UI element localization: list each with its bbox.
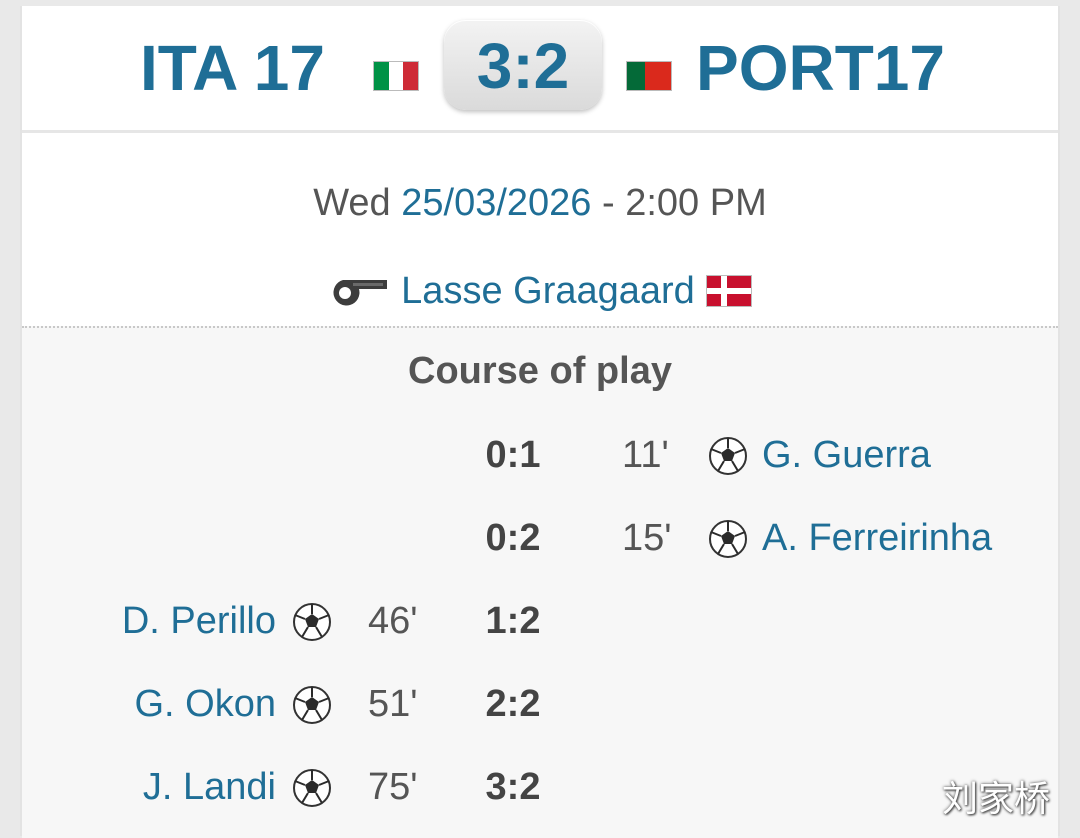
event-minute: 51': [368, 683, 418, 725]
scorer-link[interactable]: G. Okon: [135, 679, 277, 729]
scorer-link[interactable]: G. Guerra: [762, 430, 931, 480]
event-minute: 46': [368, 600, 418, 642]
event-score: 3:2: [485, 766, 541, 808]
goal-event-row: G. Okon 51' 2:2: [22, 679, 1058, 729]
soccer-ball-icon: [293, 686, 331, 724]
event-minute: 11': [622, 434, 669, 476]
goal-event-row: J. Landi 75' 3:2: [22, 762, 1058, 812]
referee-link[interactable]: Lasse Graagaard: [401, 268, 695, 314]
italy-flag-icon: [374, 62, 419, 90]
scorer-link[interactable]: D. Perillo: [122, 596, 276, 646]
score-badge[interactable]: 3:2: [444, 20, 602, 110]
soccer-ball-icon: [293, 603, 331, 641]
portugal-flag-icon: [627, 62, 671, 90]
soccer-ball-icon: [709, 437, 747, 475]
date-separator: -: [591, 182, 626, 224]
course-of-play-title: Course of play: [408, 350, 672, 392]
event-score: 0:2: [485, 517, 541, 559]
match-card: ITA 17 3:2 PORT17 Wed 25/03/2026 - 2:00 …: [20, 6, 1060, 838]
event-score: 0:1: [485, 434, 541, 476]
event-minute: 15': [622, 517, 672, 559]
kickoff-time: 2:00 PM: [625, 182, 767, 224]
event-minute: 75': [368, 766, 418, 808]
scorer-link[interactable]: J. Landi: [143, 762, 276, 812]
whistle-icon: [333, 280, 388, 306]
event-score: 2:2: [485, 683, 541, 725]
event-score: 1:2: [485, 600, 541, 642]
scorer-link[interactable]: A. Ferreirinha: [762, 513, 992, 563]
soccer-ball-icon: [293, 769, 331, 807]
watermark-text: 刘家桥: [942, 779, 1051, 820]
course-of-play-section: Course of play 0:1 11' G. Guerra 0:2 15'…: [22, 326, 1058, 838]
final-score: 3:2: [476, 30, 570, 102]
match-header: ITA 17 3:2 PORT17: [22, 6, 1058, 133]
away-team-link[interactable]: PORT17: [696, 33, 945, 103]
goal-event-row: D. Perillo 46' 1:2: [22, 596, 1058, 646]
goal-event-row: 0:1 11' G. Guerra: [22, 430, 1058, 480]
weekday: Wed: [313, 182, 391, 224]
denmark-flag-icon: [706, 276, 751, 306]
goal-event-row: 0:2 15' A. Ferreirinha: [22, 513, 1058, 563]
home-team-link[interactable]: ITA 17: [140, 33, 325, 103]
referee-row: Lasse Graagaard: [22, 268, 1058, 317]
match-date-row: Wed 25/03/2026 - 2:00 PM: [22, 181, 1058, 225]
match-date-link[interactable]: 25/03/2026: [401, 182, 591, 224]
soccer-ball-icon: [709, 520, 747, 558]
